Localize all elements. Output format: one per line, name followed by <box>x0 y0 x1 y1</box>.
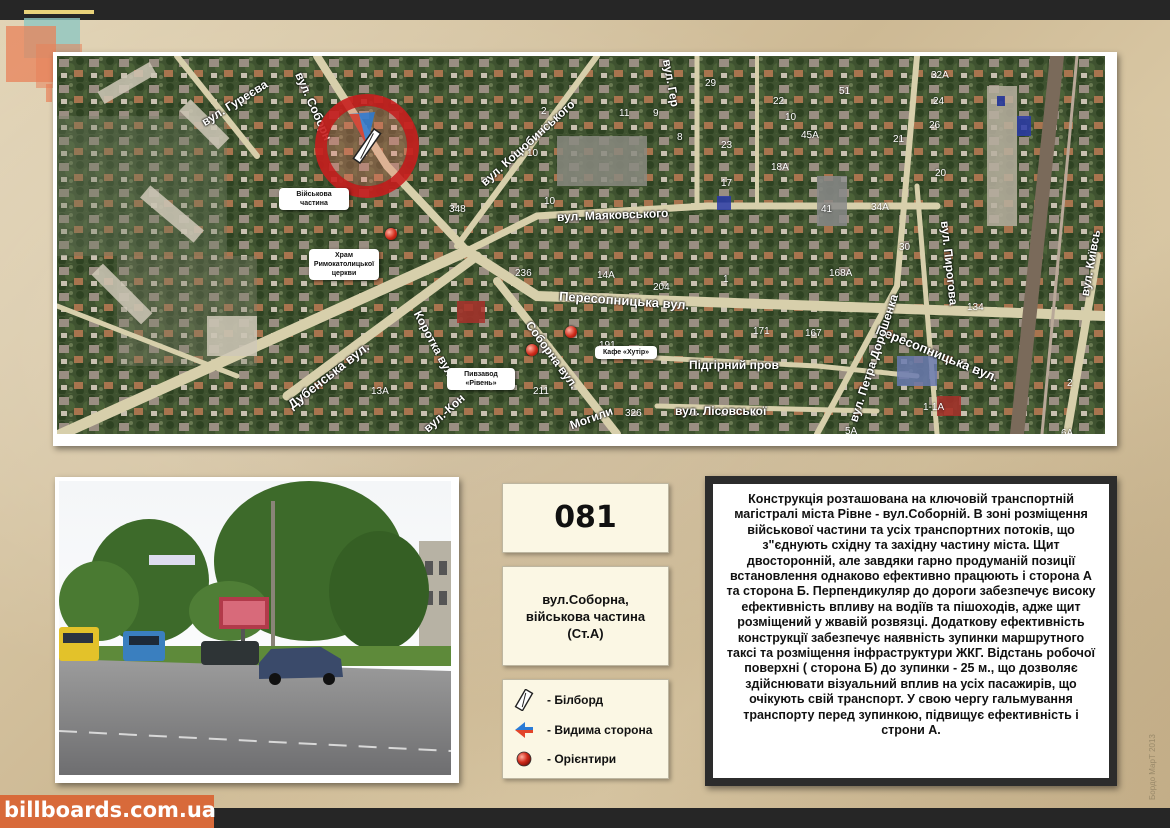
house-number: 2 <box>541 106 547 117</box>
house-number: 30 <box>899 242 911 253</box>
house-number: 168А <box>829 268 853 279</box>
house-number: 10 <box>544 196 556 207</box>
house-number: 236 <box>515 268 532 279</box>
house-number: 14А <box>597 270 615 281</box>
callout-brewery: Пивзавод «Рівень» <box>447 368 515 390</box>
house-number: 41 <box>821 204 833 215</box>
house-number: 45А <box>801 130 819 141</box>
map-frame: вул. Соборн вул. Гуреєва вул. Коцюбинськ… <box>53 52 1117 446</box>
house-number: 23 <box>721 140 733 151</box>
landmark-pin[interactable] <box>565 326 577 338</box>
landmark-pin[interactable] <box>385 228 397 240</box>
legend-label: - Білборд <box>547 693 604 707</box>
legend-label: - Видима сторона <box>547 723 653 737</box>
house-number: 51 <box>839 86 851 97</box>
street-photo[interactable] <box>59 481 451 775</box>
landmark-pin-icon <box>516 751 532 767</box>
house-number: 211 <box>533 386 549 397</box>
house-number: 32А <box>931 70 949 81</box>
billboard-code: 081 <box>502 483 669 553</box>
callout-church: Храм Римокатолицької церкви <box>309 249 379 280</box>
house-number: 1 <box>723 274 729 285</box>
house-number: 6А <box>1061 428 1074 434</box>
house-number: 24 <box>933 96 945 107</box>
house-number: 17 <box>721 178 733 189</box>
top-bar <box>0 0 1170 20</box>
house-number: 34А <box>871 202 889 213</box>
house-number: 11 <box>619 108 630 119</box>
satellite-map[interactable]: вул. Соборн вул. Гуреєва вул. Коцюбинськ… <box>57 56 1105 434</box>
house-number: 171 <box>753 326 770 337</box>
house-number: 10 <box>527 148 539 159</box>
house-number: 13А <box>371 386 389 397</box>
house-number: 26 <box>929 120 941 131</box>
legend-label: - Орієнтири <box>547 752 617 766</box>
house-number: 10 <box>785 112 797 123</box>
house-number: 1-1А <box>923 402 945 413</box>
house-number: 8 <box>677 132 683 143</box>
visible-side-icon <box>515 722 533 738</box>
billboard-icon <box>514 689 534 711</box>
site-badge[interactable]: billboards.com.ua <box>0 795 216 828</box>
street-label: вул. Лісовської <box>675 404 767 418</box>
house-number: 22 <box>773 96 785 107</box>
description-frame: Конструкція розташована на ключовій тран… <box>705 476 1117 786</box>
description-text: Конструкція розташована на ключовій тран… <box>713 484 1109 778</box>
house-number: 2 <box>1067 378 1073 389</box>
house-number: 326 <box>625 408 642 419</box>
address-text: вул.Соборна, військова частина (Ст.А) <box>525 591 646 641</box>
landmark-pin[interactable] <box>526 344 538 356</box>
map-legend: - Білборд - Видима сторона - Орієнтири <box>502 679 669 779</box>
legend-item-billboard: - Білборд <box>513 688 603 712</box>
house-number: 5А <box>845 426 858 434</box>
house-number: 167 <box>805 328 822 339</box>
callout-cafe: Кафе «Хутір» <box>595 346 657 359</box>
house-number: 204 <box>653 282 670 293</box>
house-number: 18А <box>771 162 789 173</box>
callout-military-unit: Військова частина <box>279 188 349 210</box>
house-number: 9 <box>653 108 659 119</box>
street-photo-image <box>59 481 451 775</box>
street-label: Підгірний пров <box>689 358 779 372</box>
billboard-location-marker[interactable] <box>315 94 419 198</box>
house-number: 29 <box>705 78 717 89</box>
copyright-text: Бордо МарТ 2013 <box>1148 734 1157 800</box>
house-number: 134 <box>967 302 984 313</box>
legend-item-visible-side: - Видима сторона <box>513 718 652 742</box>
house-number: 21 <box>893 134 905 145</box>
photo-frame <box>55 477 459 783</box>
billboard-address: вул.Соборна, військова частина (Ст.А) <box>502 566 669 666</box>
house-number: 348 <box>449 204 466 215</box>
legend-item-landmarks: - Орієнтири <box>513 747 616 771</box>
house-number: 20 <box>935 168 947 179</box>
